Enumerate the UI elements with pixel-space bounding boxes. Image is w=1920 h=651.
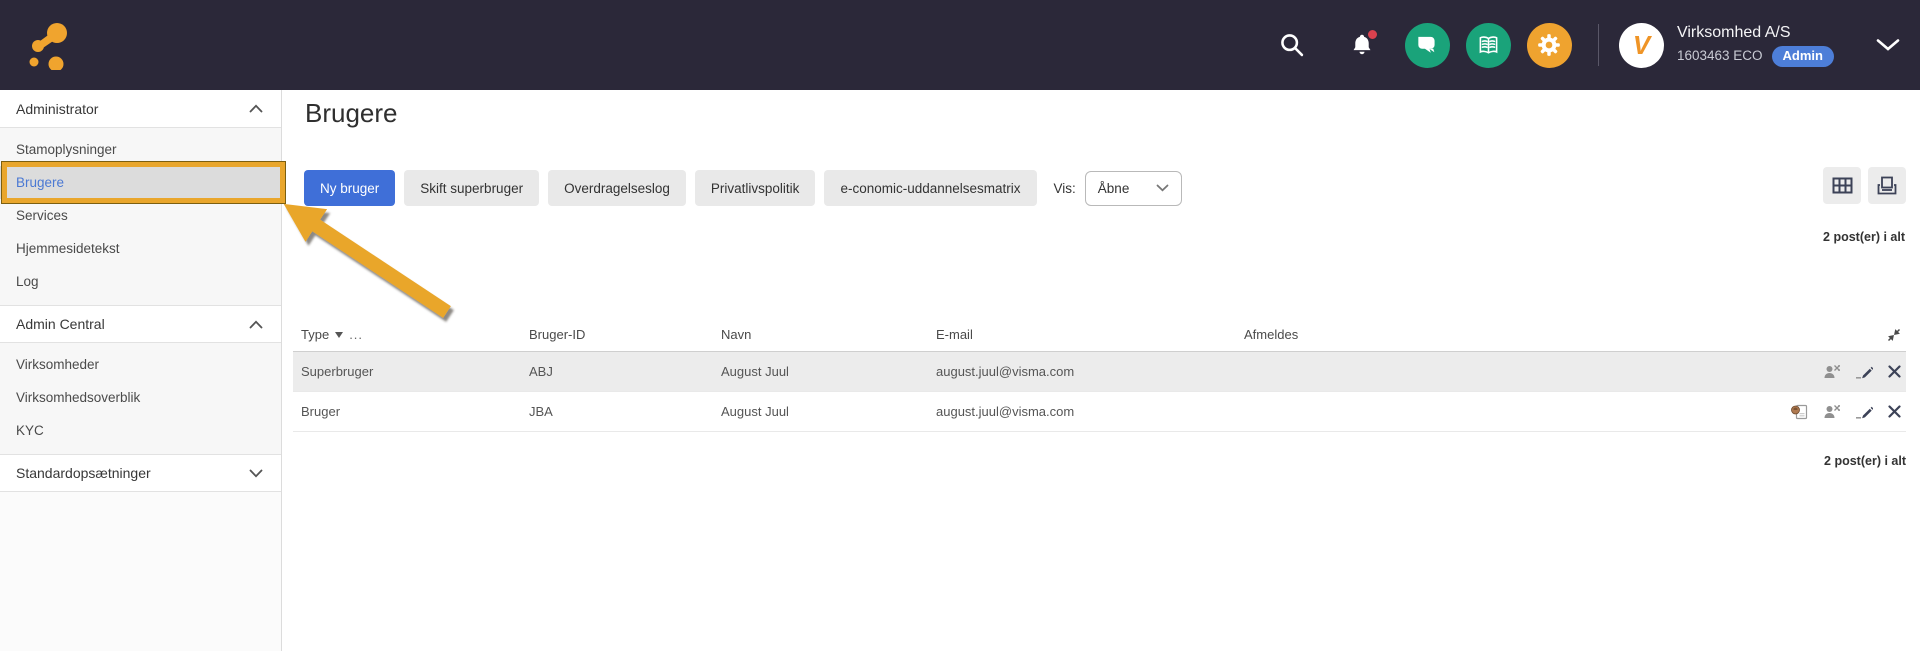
cell-type: Superbruger bbox=[293, 364, 521, 379]
company-avatar[interactable]: V bbox=[1619, 23, 1664, 68]
column-type-sortable[interactable]: Type ... bbox=[293, 327, 521, 342]
sidebar-section-standardopsaetninger[interactable]: Standardopsætninger bbox=[0, 454, 281, 492]
chat-icon[interactable] bbox=[1405, 23, 1450, 68]
sidebar-item-virksomhedsoverblik[interactable]: Virksomhedsoverblik bbox=[0, 381, 281, 414]
page-title: Brugere bbox=[305, 98, 398, 129]
profile-card-icon[interactable] bbox=[1790, 404, 1809, 420]
topbar-actions: V Virksomhed A/S 1603463 ECO Admin bbox=[1275, 23, 1900, 68]
toolbar: Ny bruger Skift superbruger Overdragelse… bbox=[304, 170, 1182, 206]
chevron-down-icon bbox=[1156, 184, 1169, 192]
cell-navn: August Juul bbox=[713, 404, 928, 419]
handbook-icon[interactable] bbox=[1466, 23, 1511, 68]
sidebar-item-virksomheder[interactable]: Virksomheder bbox=[0, 348, 281, 381]
collapse-table-icon[interactable] bbox=[1731, 328, 1906, 342]
company-number: 1603463 ECO bbox=[1677, 48, 1763, 65]
cell-email: august.juul@visma.com bbox=[928, 364, 1236, 379]
sidebar-items-administrator: Stamoplysninger Brugere Services Hjemmes… bbox=[0, 128, 281, 305]
chevron-down-icon[interactable] bbox=[1876, 38, 1900, 52]
record-count-bottom: 2 post(er) i alt bbox=[293, 454, 1906, 468]
row-actions bbox=[1731, 404, 1906, 420]
user-permissions-icon[interactable] bbox=[1824, 364, 1841, 379]
sidebar-item-hjemmesidetekst[interactable]: Hjemmesidetekst bbox=[0, 232, 281, 265]
company-info[interactable]: Virksomhed A/S 1603463 ECO Admin bbox=[1677, 23, 1834, 66]
app-window: V Virksomhed A/S 1603463 ECO Admin Admin… bbox=[0, 0, 1920, 651]
column-afmeldes[interactable]: Afmeldes bbox=[1236, 327, 1731, 342]
row-actions bbox=[1731, 364, 1906, 380]
section-label: Administrator bbox=[16, 101, 98, 117]
vis-filter-select[interactable]: Åbne bbox=[1085, 171, 1182, 206]
sidebar-item-kyc[interactable]: KYC bbox=[0, 414, 281, 447]
column-email[interactable]: E-mail bbox=[928, 327, 1236, 342]
sidebar-item-stamoplysninger[interactable]: Stamoplysninger bbox=[0, 133, 281, 166]
search-icon[interactable] bbox=[1275, 28, 1309, 62]
print-icon[interactable] bbox=[1868, 167, 1906, 204]
privatlivspolitik-button[interactable]: Privatlivspolitik bbox=[695, 170, 816, 206]
admin-badge: Admin bbox=[1772, 46, 1834, 66]
table-row-superbruger: Superbruger ABJ August Juul august.juul@… bbox=[293, 352, 1906, 392]
user-permissions-icon[interactable] bbox=[1824, 404, 1841, 419]
sidebar-section-admin-central[interactable]: Admin Central bbox=[0, 305, 281, 343]
ny-bruger-button[interactable]: Ny bruger bbox=[304, 170, 395, 206]
sidebar-items-admin-central: Virksomheder Virksomhedsoverblik KYC bbox=[0, 343, 281, 454]
chevron-up-icon bbox=[249, 320, 263, 329]
settings-gear-icon[interactable] bbox=[1527, 23, 1572, 68]
cell-bruger-id: JBA bbox=[521, 404, 713, 419]
sidebar-item-log[interactable]: Log bbox=[0, 265, 281, 298]
column-navn[interactable]: Navn bbox=[713, 327, 928, 342]
delete-x-icon[interactable] bbox=[1888, 365, 1901, 378]
view-actions bbox=[1823, 167, 1906, 204]
overdragelseslog-button[interactable]: Overdragelseslog bbox=[548, 170, 686, 206]
delete-x-icon[interactable] bbox=[1888, 405, 1901, 418]
users-table: Type ... Bruger-ID Navn E-mail Afmeldes … bbox=[293, 318, 1906, 468]
table-header-row: Type ... Bruger-ID Navn E-mail Afmeldes bbox=[293, 318, 1906, 352]
table-row-bruger: Bruger JBA August Juul august.juul@visma… bbox=[293, 392, 1906, 432]
notification-dot bbox=[1367, 29, 1378, 40]
cell-bruger-id: ABJ bbox=[521, 364, 713, 379]
topbar: V Virksomhed A/S 1603463 ECO Admin bbox=[0, 0, 1920, 90]
record-count-top: 2 post(er) i alt bbox=[1823, 230, 1905, 244]
column-options[interactable]: ... bbox=[349, 327, 363, 342]
topbar-divider bbox=[1598, 24, 1599, 66]
uddannelsesmatrix-button[interactable]: e-conomic-uddannelsesmatrix bbox=[824, 170, 1036, 206]
cell-email: august.juul@visma.com bbox=[928, 404, 1236, 419]
section-label: Admin Central bbox=[16, 316, 105, 332]
vis-filter-value: Åbne bbox=[1098, 181, 1130, 196]
sort-desc-icon bbox=[335, 332, 343, 338]
notifications-bell-icon[interactable] bbox=[1345, 28, 1379, 62]
main-content: Brugere Ny bruger Skift superbruger Over… bbox=[283, 90, 1920, 651]
cell-type: Bruger bbox=[293, 404, 521, 419]
table-layout-icon[interactable] bbox=[1823, 167, 1861, 204]
skift-superbruger-button[interactable]: Skift superbruger bbox=[404, 170, 539, 206]
chevron-down-icon bbox=[249, 469, 263, 478]
section-label: Standardopsætninger bbox=[16, 465, 151, 481]
sidebar-section-administrator[interactable]: Administrator bbox=[0, 90, 281, 128]
column-bruger-id[interactable]: Bruger-ID bbox=[521, 327, 713, 342]
company-name: Virksomhed A/S bbox=[1677, 23, 1834, 43]
edit-pencil-icon[interactable] bbox=[1856, 364, 1873, 380]
sidebar-item-brugere[interactable]: Brugere bbox=[0, 166, 281, 199]
chevron-up-icon bbox=[249, 104, 263, 113]
sidebar-item-services[interactable]: Services bbox=[0, 199, 281, 232]
cell-navn: August Juul bbox=[713, 364, 928, 379]
sidebar: Administrator Stamoplysninger Brugere Se… bbox=[0, 90, 282, 651]
edit-pencil-icon[interactable] bbox=[1856, 404, 1873, 420]
vis-filter-label: Vis: bbox=[1054, 181, 1076, 196]
econome-logo-icon[interactable] bbox=[26, 20, 72, 70]
